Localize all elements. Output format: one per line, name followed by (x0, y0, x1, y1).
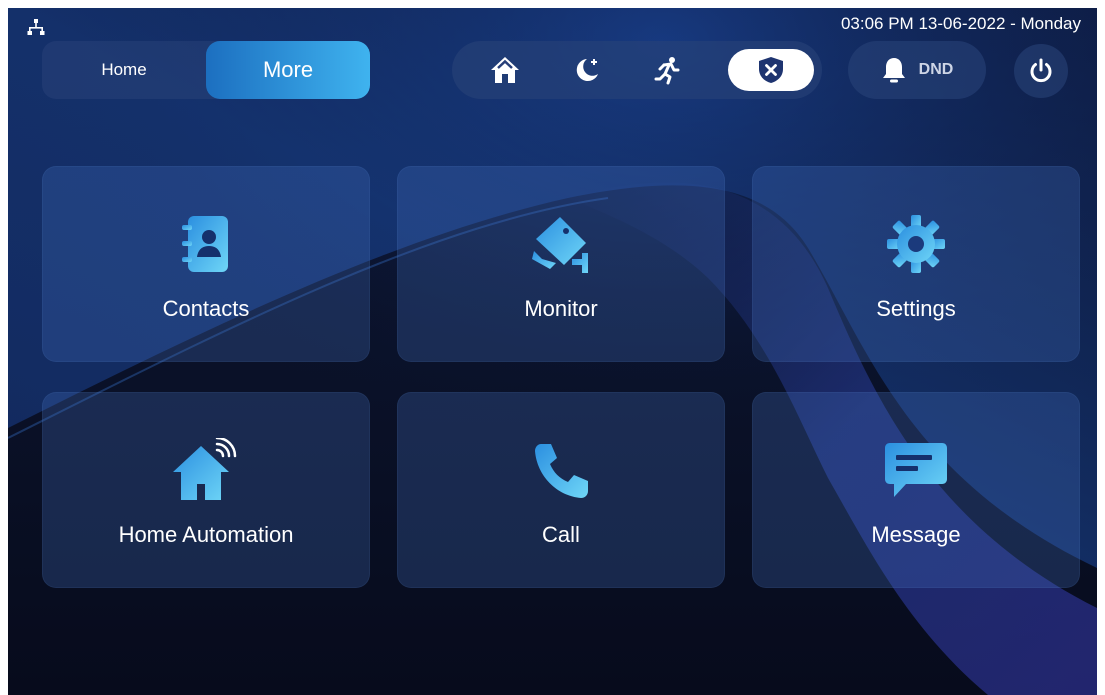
running-person-icon (654, 57, 680, 85)
moon-icon (576, 59, 598, 81)
tile-icon-wrap (42, 212, 370, 276)
call-tile[interactable]: Call (397, 392, 725, 588)
tile-label: Settings (876, 296, 956, 321)
sleep-mode-button[interactable] (552, 41, 622, 99)
home-automation-tile[interactable]: Home Automation (42, 392, 370, 588)
network-icon (27, 19, 45, 35)
bell-icon (882, 58, 905, 83)
gear-icon (887, 215, 945, 273)
tile-icon-wrap (397, 438, 725, 502)
tile-label: Monitor (524, 296, 598, 321)
more-tab[interactable]: More (206, 41, 370, 99)
tile-label: Home Automation (118, 522, 294, 547)
home-mode-button[interactable] (470, 41, 540, 99)
dnd-button[interactable]: DND (848, 41, 986, 99)
monitor-tile[interactable]: Monitor (397, 166, 725, 362)
tile-icon-wrap (397, 212, 725, 276)
tile-label: Message (871, 522, 961, 547)
phone-icon (535, 444, 588, 498)
tile-icon-wrap (42, 438, 370, 502)
power-button[interactable] (1014, 44, 1068, 98)
datetime-text: 03:06 PM 13-06-2022 - Monday (840, 14, 1081, 33)
contacts-book-icon (182, 216, 228, 272)
message-tile[interactable]: Message (752, 392, 1080, 588)
scene-mode-bar (452, 41, 822, 99)
disarm-mode-button[interactable] (728, 49, 814, 91)
home-more-toggle: Home More (42, 41, 370, 99)
cctv-camera-icon (532, 217, 588, 273)
smart-home-icon (173, 438, 237, 500)
contacts-tile[interactable]: Contacts (42, 166, 370, 362)
house-icon (491, 57, 519, 83)
message-icon (885, 443, 947, 497)
tile-icon-wrap (752, 212, 1080, 276)
settings-tile[interactable]: Settings (752, 166, 1080, 362)
dnd-label: DND (918, 61, 954, 78)
tile-icon-wrap (752, 438, 1080, 502)
shield-x-icon (759, 57, 783, 83)
power-icon (1030, 58, 1052, 83)
away-mode-button[interactable] (632, 41, 702, 99)
tile-label: Contacts (162, 296, 250, 321)
home-tab[interactable]: Home (42, 41, 206, 99)
screen: 03:06 PM 13-06-2022 - Monday Home More D… (8, 8, 1097, 695)
tile-label: Call (542, 522, 580, 547)
